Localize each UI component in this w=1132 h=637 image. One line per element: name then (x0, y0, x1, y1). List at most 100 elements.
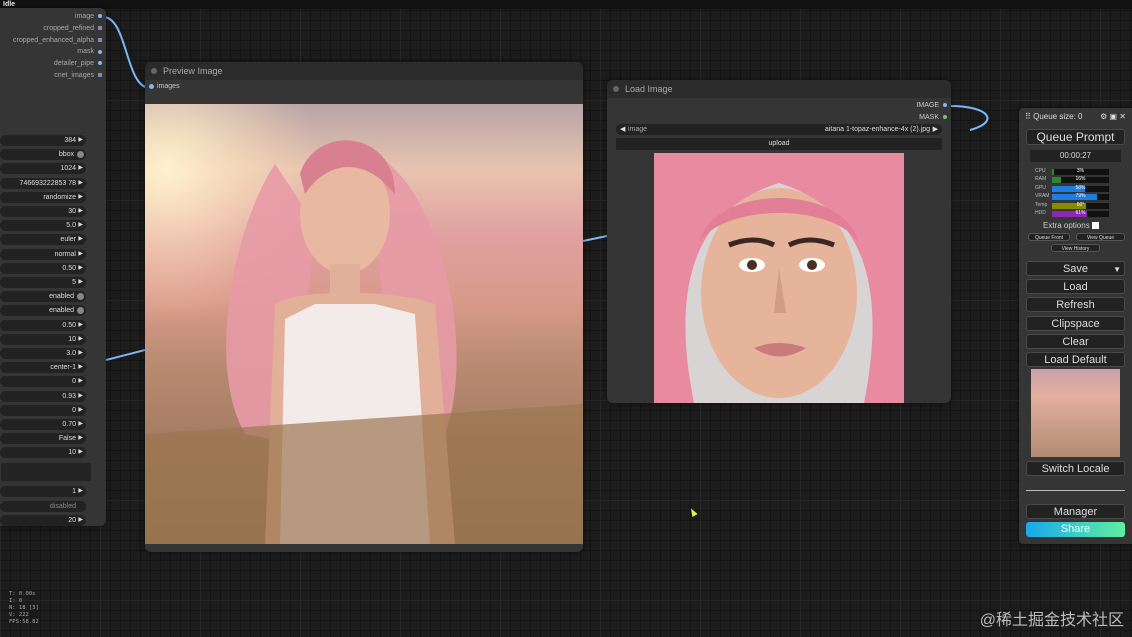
widget-bottom-0[interactable]: 1 ▶ (0, 486, 86, 497)
output-image[interactable]: image (13, 11, 102, 23)
widget-bottom-2[interactable]: 20 ▶ (0, 515, 86, 526)
share-button[interactable]: Share (1026, 522, 1125, 537)
output-cropped-enhanced-alpha[interactable]: cropped_enhanced_alpha (13, 35, 102, 47)
switch-locale-button[interactable]: Switch Locale (1026, 461, 1125, 476)
manager-button[interactable]: Manager (1026, 504, 1125, 519)
toggle-icon[interactable] (77, 307, 84, 315)
arrow-right-icon[interactable]: ▶ (78, 447, 83, 458)
detailer-node[interactable]: image cropped_refined cropped_enhanced_a… (0, 8, 106, 526)
load-image-node[interactable]: Load Image IMAGE MASK ◀ image aitana 1-t… (607, 80, 951, 403)
widget-7[interactable]: euler ▶ (0, 234, 86, 246)
view-queue-button[interactable]: View Queue (1076, 233, 1125, 241)
arrow-right-icon[interactable]: ▶ (78, 433, 83, 444)
output-mask[interactable]: mask (13, 46, 102, 58)
arrow-left-icon[interactable]: ◀ (620, 124, 625, 135)
stat-hdd: HDD 61% (1035, 210, 1121, 217)
detailer-text-field[interactable] (0, 462, 92, 482)
arrow-right-icon[interactable]: ▶ (78, 391, 83, 402)
arrow-right-icon[interactable]: ▶ (78, 334, 83, 345)
widget-15[interactable]: 3.0 ▶ (0, 348, 86, 359)
widget-8[interactable]: normal ▶ (0, 248, 86, 260)
arrow-right-icon[interactable]: ▶ (78, 178, 83, 189)
widget-22[interactable]: 10 ▶ (0, 447, 86, 459)
widget-11[interactable]: enabled (0, 291, 86, 303)
arrow-right-icon[interactable]: ▶ (78, 192, 83, 203)
widget-bottom-1[interactable]: disabled (0, 500, 86, 512)
clear-button[interactable]: Clear (1026, 334, 1125, 349)
arrow-right-icon[interactable]: ▶ (933, 124, 938, 135)
comfy-menu: ⠿ Queue size: 0 ⚙ ▣ ✕ Queue Prompt 00:00… (1019, 108, 1132, 544)
widget-1[interactable]: bbox (0, 149, 86, 161)
dropdown-arrow-icon[interactable]: ▼ (1113, 262, 1121, 277)
arrow-right-icon[interactable]: ▶ (78, 277, 83, 288)
arrow-right-icon[interactable]: ▶ (78, 320, 83, 331)
widget-3[interactable]: 746693222853 78 ▶ (0, 177, 86, 189)
drag-handle-icon[interactable]: ⠿ (1025, 112, 1031, 121)
widget-20[interactable]: 0.70 ▶ (0, 419, 86, 430)
widget-6[interactable]: 5.0 ▶ (0, 220, 86, 232)
history-thumbnail[interactable] (1031, 369, 1120, 457)
widget-13[interactable]: 0.50 ▶ (0, 319, 86, 331)
image-combo[interactable]: ◀ image aitana 1-topaz-enhance-4x (2).jp… (616, 124, 942, 135)
arrow-right-icon[interactable]: ▶ (78, 234, 83, 245)
load-image-title[interactable]: Load Image (607, 80, 951, 98)
elapsed-time: 00:00:27 (1030, 150, 1121, 162)
output-MASK[interactable]: MASK (919, 114, 947, 121)
stat-vram: VRAM 79% (1035, 193, 1121, 201)
widget-10[interactable]: 5 ▶ (0, 277, 86, 288)
detailer-outputs: image cropped_refined cropped_enhanced_a… (13, 11, 102, 82)
arrow-right-icon[interactable]: ▶ (78, 249, 83, 260)
extra-options[interactable]: Extra options (1043, 221, 1099, 230)
arrow-right-icon[interactable]: ▶ (78, 135, 83, 146)
arrow-right-icon[interactable]: ▶ (78, 163, 83, 174)
extra-options-checkbox[interactable] (1091, 222, 1099, 230)
widget-16[interactable]: center-1 ▶ (0, 362, 86, 374)
image-icon[interactable]: ▣ (1110, 112, 1118, 121)
queue-front-button[interactable]: Queue Front (1028, 233, 1070, 241)
toggle-icon[interactable] (77, 151, 84, 159)
arrow-right-icon[interactable]: ▶ (78, 376, 83, 387)
widget-4[interactable]: randomize ▶ (0, 191, 86, 203)
arrow-right-icon[interactable]: ▶ (78, 206, 83, 217)
preview-image-title[interactable]: Preview Image (145, 62, 583, 80)
arrow-right-icon[interactable]: ▶ (78, 348, 83, 359)
arrow-right-icon[interactable]: ▶ (78, 405, 83, 416)
widget-5[interactable]: 30 ▶ (0, 206, 86, 217)
collapse-dot-icon[interactable] (613, 86, 619, 92)
close-icon[interactable]: ✕ (1119, 112, 1126, 121)
widget-19[interactable]: 0 ▶ (0, 404, 86, 416)
arrow-right-icon[interactable]: ▶ (78, 515, 83, 526)
widget-2[interactable]: 1024 ▶ (0, 163, 86, 175)
arrow-right-icon[interactable]: ▶ (78, 362, 83, 373)
widget-14[interactable]: 10 ▶ (0, 333, 86, 345)
widget-12[interactable]: enabled (0, 305, 86, 317)
widget-9[interactable]: 0.50 ▶ (0, 262, 86, 274)
refresh-button[interactable]: Refresh (1026, 297, 1125, 312)
widget-17[interactable]: 0 ▶ (0, 376, 86, 388)
arrow-right-icon[interactable]: ▶ (78, 220, 83, 231)
output-detailer-pipe[interactable]: detailer_pipe (13, 58, 102, 70)
canvas-stat-line: I: 0 (9, 598, 23, 604)
gear-icon[interactable]: ⚙ (1100, 112, 1107, 121)
clipspace-button[interactable]: Clipspace (1026, 316, 1125, 331)
watermark: @稀土掘金技术社区 (979, 612, 1124, 629)
load-default-button[interactable]: Load Default (1026, 352, 1125, 367)
output-cnet-images[interactable]: cnet_images (13, 70, 102, 82)
view-history-button[interactable]: View History (1051, 244, 1100, 252)
arrow-right-icon[interactable]: ▶ (78, 419, 83, 430)
toggle-icon[interactable] (77, 293, 84, 301)
output-IMAGE[interactable]: IMAGE (916, 102, 947, 109)
widget-21[interactable]: False ▶ (0, 433, 86, 445)
widget-0[interactable]: 384 ▶ (0, 135, 86, 146)
arrow-right-icon[interactable]: ▶ (78, 486, 83, 497)
save-button[interactable]: Save ▼ (1026, 261, 1125, 276)
input-images[interactable]: images (145, 80, 583, 93)
output-cropped-refined[interactable]: cropped_refined (13, 23, 102, 35)
load-button[interactable]: Load (1026, 279, 1125, 294)
queue-prompt-button[interactable]: Queue Prompt (1026, 129, 1125, 145)
preview-image-node[interactable]: Preview Image images (145, 62, 583, 552)
widget-18[interactable]: 0.93 ▶ (0, 390, 86, 402)
collapse-dot-icon[interactable] (151, 68, 157, 74)
upload-button[interactable]: upload (616, 138, 942, 150)
arrow-right-icon[interactable]: ▶ (78, 263, 83, 274)
